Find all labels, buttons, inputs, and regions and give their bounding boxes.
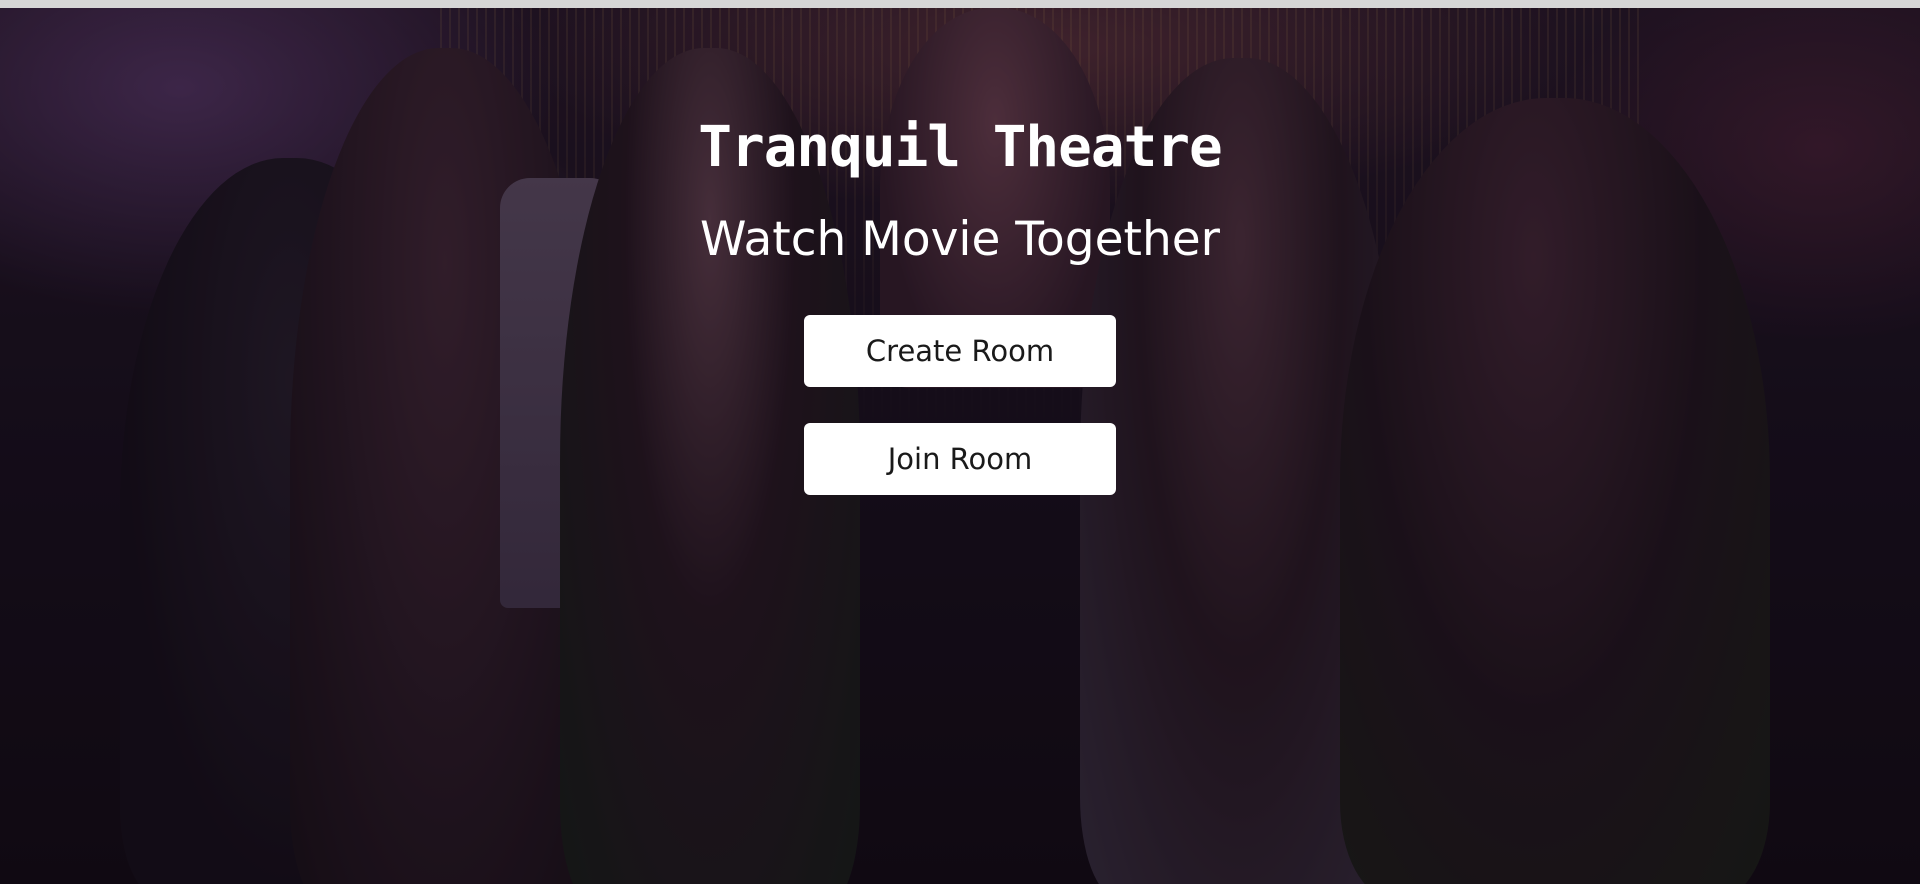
site-subtitle: Watch Movie Together: [700, 212, 1220, 267]
site-title: Tranquil Theatre: [698, 115, 1222, 180]
hero-content: Tranquil Theatre Watch Movie Together Cr…: [0, 8, 1920, 884]
browser-top-strip: [0, 0, 1920, 8]
join-room-button[interactable]: Join Room: [804, 423, 1116, 495]
hero-section: Tranquil Theatre Watch Movie Together Cr…: [0, 8, 1920, 884]
create-room-button[interactable]: Create Room: [804, 315, 1116, 387]
